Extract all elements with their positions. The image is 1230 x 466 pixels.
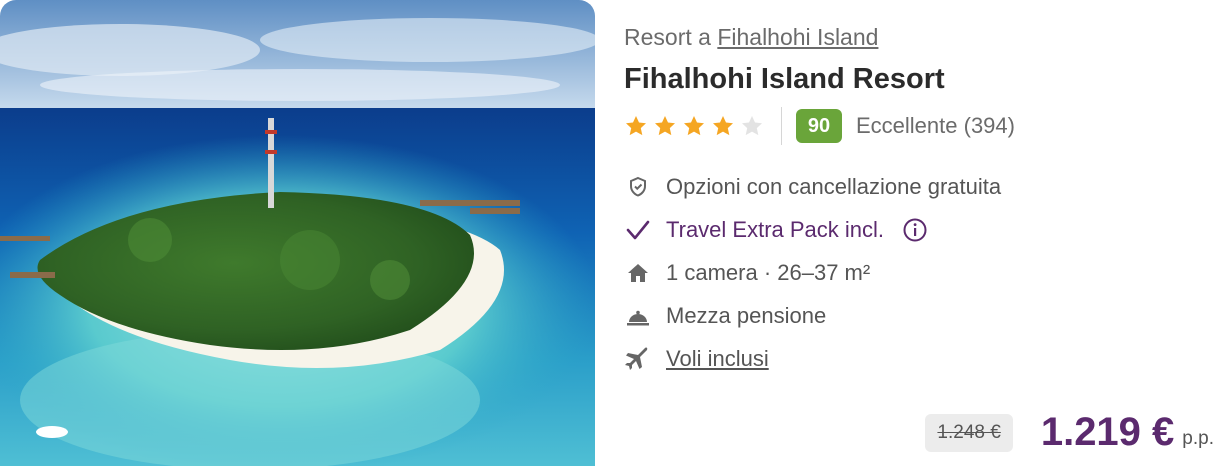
feature-flights: Voli inclusi [624,337,1184,380]
flights-included-link[interactable]: Voli inclusi [666,346,769,372]
star-filled-icon [655,116,675,136]
checkmark-icon [624,216,652,244]
cloche-icon [624,302,652,330]
location-prefix: Resort a [624,24,711,50]
price-row: 1.248 € 1.219 € p.p. [925,405,1214,460]
per-person-label: p.p. [1182,428,1214,449]
feature-travel-extra-pack: Travel Extra Pack incl. [624,208,1184,251]
old-price: 1.248 € [925,413,1013,452]
feature-free-cancellation: Opzioni con cancellazione gratuita [624,165,1184,208]
star-filled-icon [684,116,704,136]
info-icon[interactable] [902,217,928,243]
feature-label: 1 camera · 26–37 m² [666,259,871,285]
shield-check-icon [624,173,652,201]
star-filled-icon [626,116,646,136]
house-icon [624,259,652,287]
star-filled-icon [713,116,733,136]
rating-row: 90 Eccellente (394) [624,107,1015,145]
feature-board: Mezza pensione [624,294,1184,337]
star-empty-icon [742,116,762,136]
feature-label: Travel Extra Pack incl. [666,216,885,242]
feature-label: Opzioni con cancellazione gratuita [666,173,1002,199]
feature-label: Mezza pensione [666,302,827,328]
hotel-info: Resort a Fihalhohi Island Fihalhohi Isla… [624,0,1214,466]
hotel-card: Resort a Fihalhohi Island Fihalhohi Isla… [0,0,1230,466]
location-line: Resort a Fihalhohi Island [624,24,878,51]
score-label[interactable]: Eccellente (394) [856,113,1015,139]
current-price: 1.219 € [1040,410,1175,454]
star-rating [624,114,769,138]
location-link[interactable]: Fihalhohi Island [717,24,878,50]
score-badge: 90 [796,109,842,143]
hotel-name[interactable]: Fihalhohi Island Resort [624,63,945,96]
feature-list: Opzioni con cancellazione gratuita Trave… [624,165,1184,380]
feature-room: 1 camera · 26–37 m² [624,251,1184,294]
island-aerial-image [0,0,595,466]
rating-divider [781,107,782,145]
airplane-icon [624,345,652,373]
hotel-photo[interactable] [0,0,595,466]
